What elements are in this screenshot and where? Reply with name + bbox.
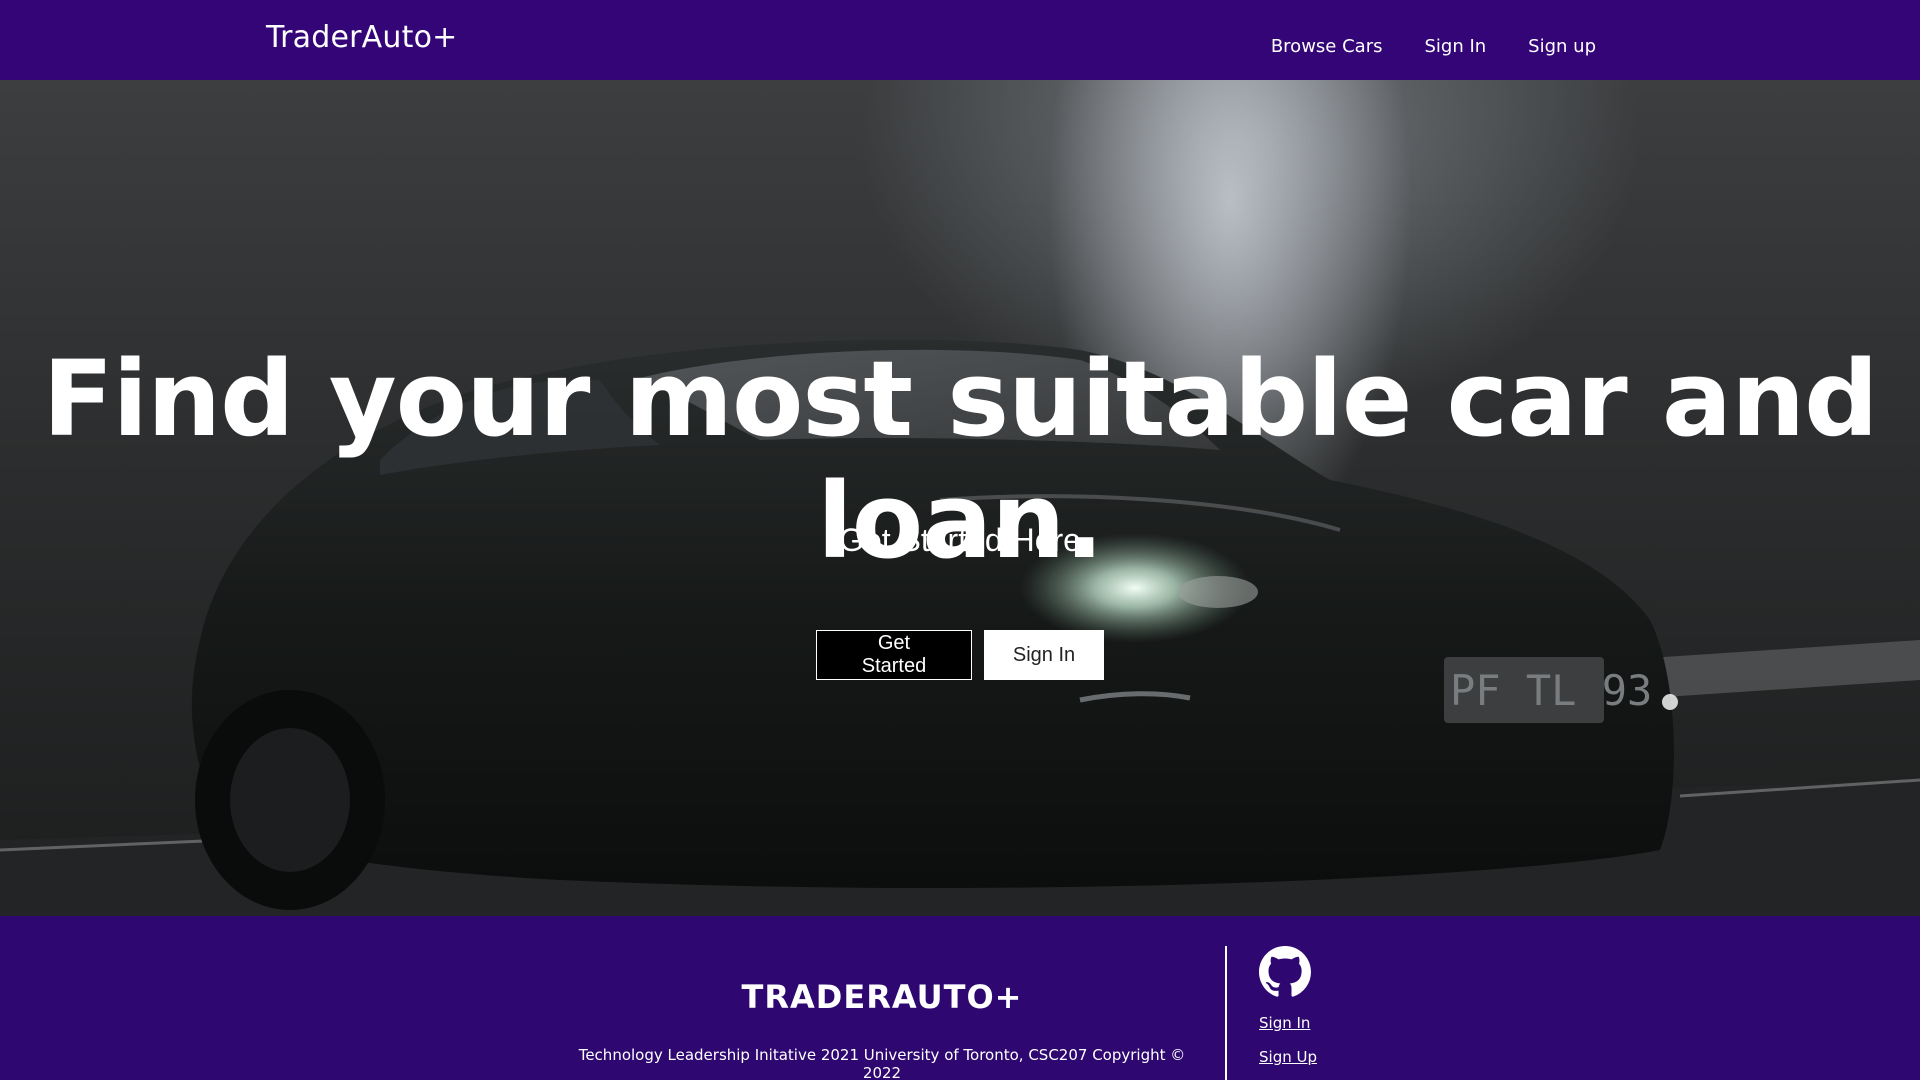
footer: TRADERAUTO+ Technology Leadership Initat… — [0, 916, 1920, 1080]
get-started-button[interactable]: Get Started — [816, 630, 972, 680]
nav-link-browse-cars[interactable]: Browse Cars — [1271, 36, 1383, 57]
footer-link-sign-in[interactable]: Sign In — [1259, 1014, 1310, 1032]
footer-copyright: Technology Leadership Initative 2021 Uni… — [578, 1046, 1186, 1080]
hero-section: PF TL 93 Find your most suitable car and… — [0, 80, 1920, 916]
sign-in-button[interactable]: Sign In — [984, 630, 1104, 680]
hero-content: Find your most suitable car and loan. Ge… — [0, 80, 1920, 916]
hero-subtitle: Get Started Here — [839, 522, 1081, 558]
nav-links: Browse Cars Sign In Sign up — [1271, 36, 1596, 57]
footer-brand: TRADERAUTO+ — [741, 978, 1023, 1016]
navbar: TraderAuto+ Browse Cars Sign In Sign up — [0, 0, 1920, 80]
brand-logo[interactable]: TraderAuto+ — [266, 20, 457, 55]
hero-buttons: Get Started Sign In — [816, 630, 1104, 680]
github-icon[interactable] — [1259, 946, 1311, 998]
nav-link-sign-up[interactable]: Sign up — [1528, 36, 1596, 57]
footer-divider — [1225, 946, 1227, 1080]
footer-link-sign-up[interactable]: Sign Up — [1259, 1048, 1317, 1066]
nav-link-sign-in[interactable]: Sign In — [1424, 36, 1486, 57]
